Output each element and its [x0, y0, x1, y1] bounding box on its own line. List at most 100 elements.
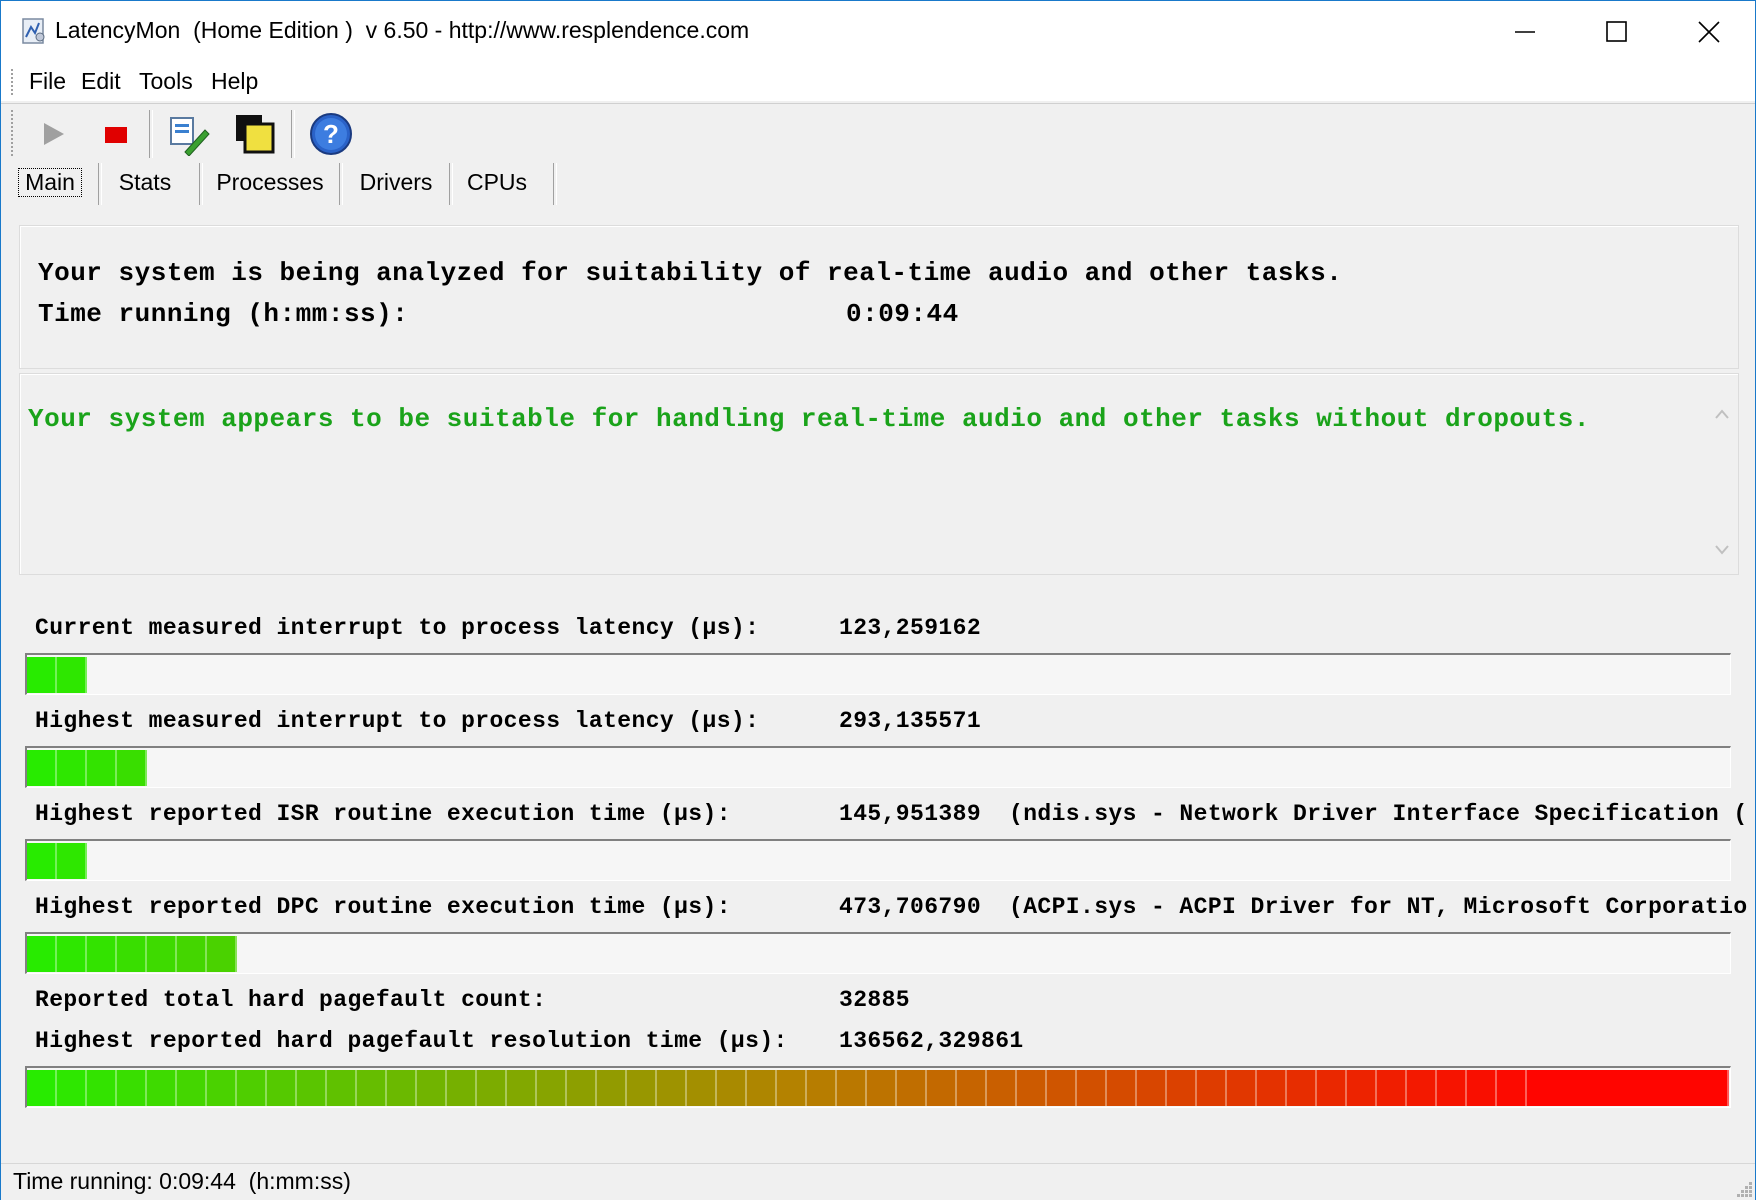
bar-segment	[657, 1070, 687, 1106]
highest-latency-label: Highest measured interrupt to process la…	[35, 708, 760, 734]
bar-segment	[297, 1070, 327, 1106]
window-title: LatencyMon (Home Edition ) v 6.50 - http…	[55, 17, 750, 43]
bar-segment	[447, 1070, 477, 1106]
toolbar-separator	[291, 110, 295, 158]
report-button[interactable]	[165, 110, 213, 158]
tab-stats[interactable]: Stats	[101, 161, 189, 203]
bar-segment	[567, 1070, 597, 1106]
scroll-down-button[interactable]	[1710, 538, 1734, 562]
current-latency-label: Current measured interrupt to process la…	[35, 615, 760, 641]
bar-segment	[1077, 1070, 1107, 1106]
bar-segment	[1197, 1070, 1227, 1106]
bar-segment	[1407, 1070, 1437, 1106]
time-running-label: Time running (h:mm:ss):	[38, 299, 409, 329]
tab-drivers[interactable]: Drivers	[343, 161, 449, 203]
menu-edit[interactable]: Edit	[81, 68, 121, 95]
analysis-panel: Your system is being analyzed for suitab…	[19, 225, 1739, 369]
bar-segment	[1287, 1070, 1317, 1106]
bar-segment	[1467, 1070, 1497, 1106]
tab-processes[interactable]: Processes	[203, 161, 337, 203]
latencymon-window: LatencyMon (Home Edition ) v 6.50 - http…	[0, 0, 1756, 1200]
bar-segment	[537, 1070, 567, 1106]
scroll-up-button[interactable]	[1710, 402, 1734, 426]
bar-segment	[57, 936, 87, 972]
bar-segment	[417, 1070, 447, 1106]
bar-segment	[987, 1070, 1017, 1106]
bar-segment	[1497, 1070, 1527, 1106]
chevron-down-icon	[1715, 545, 1729, 555]
windows-icon	[236, 115, 275, 154]
highest-latency-value: 293,135571	[839, 708, 982, 734]
menu-help[interactable]: Help	[211, 68, 258, 95]
menu-tools[interactable]: Tools	[139, 68, 193, 95]
bar-segment	[777, 1070, 807, 1106]
stop-button[interactable]	[91, 110, 139, 158]
bar-segment	[717, 1070, 747, 1106]
bar-segment	[117, 1070, 147, 1106]
start-button[interactable]	[29, 110, 77, 158]
bar-segment	[27, 843, 57, 879]
maximize-button[interactable]	[1571, 1, 1663, 63]
current-latency-bar	[25, 653, 1731, 695]
dpc-time-bar	[25, 932, 1731, 974]
bar-segment	[627, 1070, 657, 1106]
bar-segment	[1317, 1070, 1347, 1106]
svg-text:?: ?	[323, 119, 339, 149]
bar-segment	[957, 1070, 987, 1106]
pagefault-count-value: 32885	[839, 987, 911, 1013]
bar-segment	[867, 1070, 897, 1106]
tab-main-label: Main	[18, 167, 82, 197]
tab-strip: Main Stats Processes Drivers CPUs	[1, 161, 1755, 207]
bar-segment	[357, 1070, 387, 1106]
bar-segment	[1047, 1070, 1077, 1106]
isr-time-label: Highest reported ISR routine execution t…	[35, 801, 731, 827]
bar-segment	[927, 1070, 957, 1106]
pagefault-count-label: Reported total hard pagefault count:	[35, 987, 547, 1013]
close-icon	[1698, 21, 1720, 43]
bar-segment	[477, 1070, 507, 1106]
resize-grip-icon[interactable]	[1733, 1178, 1753, 1198]
verdict-scrollbar[interactable]	[1710, 402, 1734, 566]
bar-segment	[807, 1070, 837, 1106]
bar-segment	[687, 1070, 717, 1106]
analysis-text: Your system is being analyzed for suitab…	[38, 258, 1343, 288]
close-button[interactable]	[1663, 1, 1755, 63]
pagefault-time-bar	[25, 1066, 1731, 1108]
bar-segment	[87, 936, 117, 972]
bar-segment	[147, 936, 177, 972]
latencymon-app-icon	[21, 17, 47, 45]
bar-segment	[27, 657, 57, 693]
isr-driver-text: (ndis.sys - Network Driver Interface Spe…	[1009, 801, 1749, 827]
dpc-driver-text: (ACPI.sys - ACPI Driver for NT, Microsof…	[1009, 894, 1749, 920]
bar-segment	[507, 1070, 537, 1106]
bar-segment	[1227, 1070, 1257, 1106]
bar-segment	[177, 1070, 207, 1106]
bar-segment	[57, 657, 87, 693]
menu-bar: File Edit Tools Help	[1, 63, 1755, 101]
bar-segment	[87, 750, 117, 786]
bar-segment	[897, 1070, 927, 1106]
stop-icon	[105, 127, 127, 143]
isr-time-bar	[25, 839, 1731, 881]
minimize-button[interactable]	[1479, 1, 1571, 63]
title-bar[interactable]: LatencyMon (Home Edition ) v 6.50 - http…	[1, 1, 1755, 63]
minimize-icon	[1515, 31, 1535, 33]
bar-segment	[1017, 1070, 1047, 1106]
bar-segment	[57, 1070, 87, 1106]
time-running-value: 0:09:44	[846, 299, 959, 329]
bar-segment	[117, 750, 147, 786]
menu-file[interactable]: File	[29, 68, 66, 95]
tab-main[interactable]: Main	[9, 161, 91, 203]
verdict-panel[interactable]: Your system appears to be suitable for h…	[19, 373, 1739, 575]
bar-segment	[1107, 1070, 1137, 1106]
windows-button[interactable]	[231, 110, 279, 158]
bar-segment	[837, 1070, 867, 1106]
bar-segment	[207, 936, 237, 972]
tab-cpus[interactable]: CPUs	[453, 161, 541, 203]
help-button[interactable]: ?	[307, 110, 355, 158]
verdict-text: Your system appears to be suitable for h…	[28, 404, 1590, 434]
bar-segment	[147, 1070, 177, 1106]
bar-segment	[57, 750, 87, 786]
bar-segment	[267, 1070, 297, 1106]
dpc-time-label: Highest reported DPC routine execution t…	[35, 894, 731, 920]
